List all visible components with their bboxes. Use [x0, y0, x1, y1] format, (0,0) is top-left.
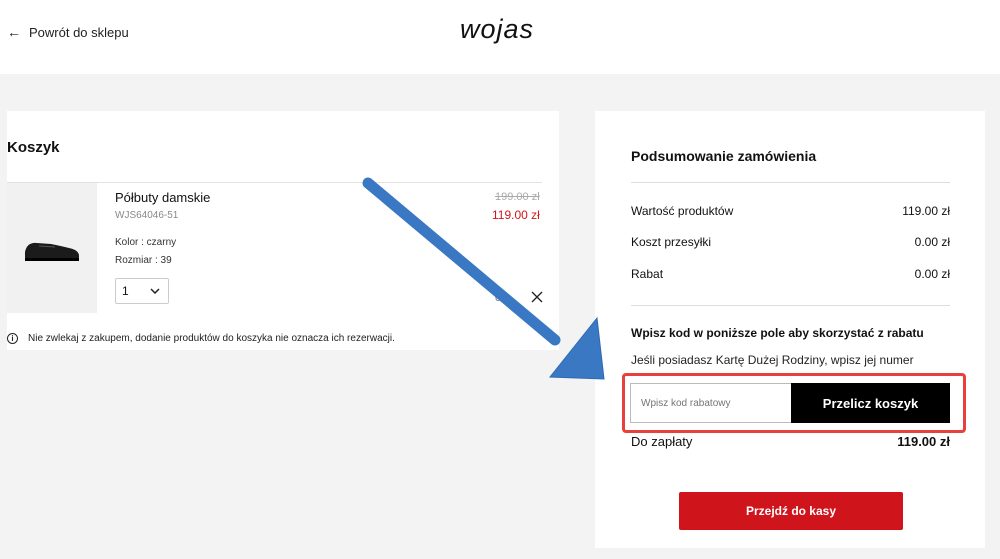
product-size: Rozmiar : 39: [115, 255, 172, 266]
summary-row-label: Wartość produktów: [631, 204, 734, 218]
back-to-shop-label: Powrót do sklepu: [29, 24, 129, 40]
total-value: 119.00 zł: [897, 434, 950, 449]
chevron-down-icon: [150, 288, 160, 294]
product-sku: WJS64046-51: [115, 210, 179, 221]
product-name[interactable]: Półbuty damskie: [115, 190, 210, 205]
divider: [631, 305, 950, 306]
quantity-select[interactable]: 1: [115, 278, 169, 304]
promo-subtitle: Jeśli posiadasz Kartę Dużej Rodziny, wpi…: [631, 353, 914, 367]
recalculate-cart-button[interactable]: Przelicz koszyk: [791, 383, 950, 423]
summary-row-value: 119.00 zł: [902, 204, 950, 218]
total-row: Do zapłaty 119.00 zł: [631, 434, 950, 449]
cart-title: Koszyk: [7, 139, 60, 156]
close-icon[interactable]: [531, 291, 543, 303]
info-icon: i: [7, 333, 18, 344]
summary-title: Podsumowanie zamówienia: [631, 148, 817, 164]
back-to-shop-link[interactable]: ← Powrót do sklepu: [7, 24, 129, 40]
promo-title: Wpisz kod w poniższe pole aby skorzystać…: [631, 326, 924, 340]
quantity-value: 1: [122, 284, 129, 298]
divider: [631, 182, 950, 183]
wojas-logo[interactable]: wojas: [438, 14, 556, 46]
reservation-notice: i Nie zwlekaj z zakupem, dodanie produkt…: [7, 333, 395, 344]
arrow-left-icon: ←: [7, 24, 21, 40]
summary-row-label: Koszt przesyłki: [631, 235, 712, 249]
order-summary-panel: Podsumowanie zamówienia Wartość produktó…: [595, 111, 985, 548]
summary-row-label: Rabat: [631, 267, 664, 281]
checkout-button[interactable]: Przejdź do kasy: [679, 492, 903, 530]
coupon-code-input[interactable]: [630, 383, 791, 423]
price-old: 199.00 zł: [495, 191, 540, 203]
summary-row-shipping: Koszt przesyłki 0.00 zł: [631, 235, 950, 249]
notice-text: Nie zwlekaj z zakupem, dodanie produktów…: [28, 333, 395, 344]
shoe-icon: [25, 242, 79, 261]
top-bar: ← Powrót do sklepu wojas: [0, 0, 1000, 74]
summary-row-discount: Rabat 0.00 zł: [631, 267, 950, 281]
product-color: Kolor : czarny: [115, 237, 177, 248]
total-label: Do zapłaty: [631, 434, 693, 449]
product-image[interactable]: [7, 183, 97, 313]
logo-text: wojas: [460, 14, 534, 44]
price-new: 119.00 zł: [492, 208, 540, 222]
summary-row-value: 0.00 zł: [914, 235, 950, 249]
line-price-partial: 0: [495, 292, 502, 304]
summary-row-products: Wartość produktów 119.00 zł: [631, 204, 950, 218]
summary-row-value: 0.00 zł: [914, 267, 950, 281]
cart-panel: Koszyk Półbuty damskie WJS64046-51 Kolor…: [7, 111, 559, 350]
